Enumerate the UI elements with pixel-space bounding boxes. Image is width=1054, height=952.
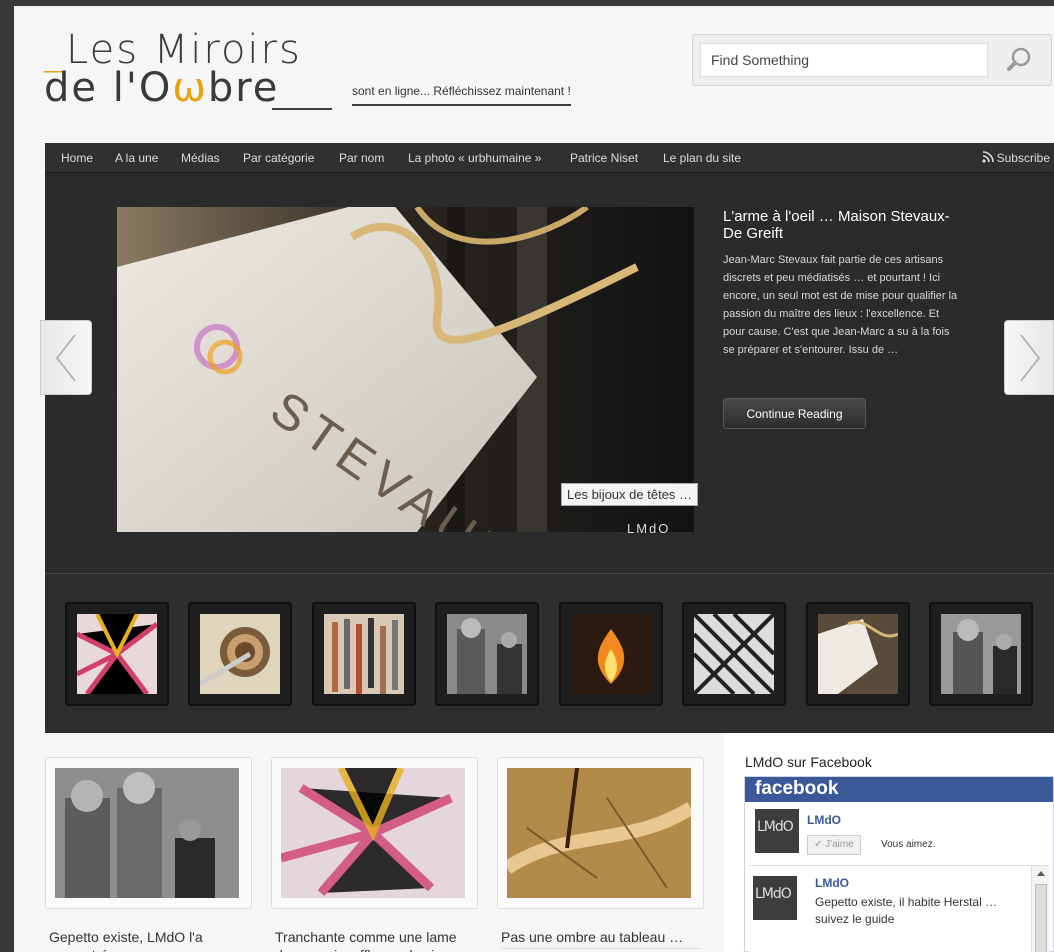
- likes-text: Vous aimez.: [881, 839, 936, 850]
- thumbnail[interactable]: [188, 602, 292, 706]
- post-title[interactable]: Tranchante comme une lame de verre, insu…: [275, 928, 475, 952]
- nav-par-nom[interactable]: Par nom: [339, 151, 384, 165]
- thumbnail[interactable]: [929, 602, 1033, 706]
- nav-home[interactable]: Home: [61, 151, 93, 165]
- slider-prev-button[interactable]: [40, 320, 92, 395]
- post-title[interactable]: Gepetto existe, LMdO l'a rencontré: [49, 928, 249, 952]
- chevron-right-icon: [1020, 334, 1040, 382]
- nav-medias[interactable]: Médias: [181, 151, 220, 165]
- continue-reading-button[interactable]: Continue Reading: [723, 398, 866, 429]
- magnifier-icon: [1007, 47, 1031, 71]
- facebook-post-author[interactable]: LMdO: [815, 876, 849, 890]
- search-box: [692, 34, 1052, 86]
- lmdo-logo[interactable]: LMdO: [753, 876, 797, 920]
- scroll-thumb[interactable]: [1035, 884, 1047, 952]
- thumbnail-strip: [45, 573, 1054, 733]
- image-watermark: LMdO: [627, 521, 671, 536]
- lmdo-logo[interactable]: LMdO: [755, 809, 799, 853]
- post-title[interactable]: Pas une ombre au tableau …: [501, 928, 701, 946]
- main-nav: Home A la une Médias Par catégorie Par n…: [45, 143, 1054, 173]
- logo-line2-a: de l'O: [44, 65, 173, 111]
- search-button[interactable]: [993, 43, 1045, 77]
- tagline: sont en ligne... Réfléchissez maintenant…: [352, 84, 571, 106]
- post-divider: [501, 948, 701, 949]
- facebook-brand: facebook: [745, 777, 1053, 802]
- nav-photo-urbhumaine[interactable]: La photo « urbhumaine »: [408, 151, 541, 165]
- thumbnail[interactable]: [312, 602, 416, 706]
- like-button[interactable]: ✓ J'aime: [807, 835, 861, 855]
- chevron-left-icon: [56, 334, 76, 382]
- post-card[interactable]: [497, 757, 704, 909]
- site-logo[interactable]: _Les Miroirs de l'Oωbre sont en ligne...…: [44, 30, 644, 120]
- thumbnail[interactable]: [559, 602, 663, 706]
- scroll-up-icon: [1037, 871, 1045, 876]
- post-card[interactable]: [45, 757, 252, 909]
- facebook-page-name[interactable]: LMdO: [807, 813, 841, 827]
- search-input[interactable]: [700, 43, 988, 77]
- logo-underline: [272, 108, 332, 110]
- subscribe-label: Subscribe: [996, 151, 1050, 165]
- thumbnail[interactable]: [806, 602, 910, 706]
- post-thumbnail: [55, 768, 239, 898]
- slider-next-button[interactable]: [1004, 320, 1054, 395]
- facebook-widget: facebook LMdO LMdO ✓ J'aime Vous aimez. …: [744, 776, 1054, 952]
- subscribe-link[interactable]: Subscribe: [982, 151, 1050, 165]
- sidebar-title: LMdO sur Facebook: [745, 754, 872, 770]
- featured-area: Home A la une Médias Par catégorie Par n…: [45, 143, 1054, 733]
- logo-line2-b: bre: [207, 65, 280, 111]
- facebook-scrollbar[interactable]: [1031, 866, 1049, 952]
- thumbnail[interactable]: [435, 602, 539, 706]
- nav-par-categorie[interactable]: Par catégorie: [243, 151, 314, 165]
- thumbnail[interactable]: [682, 602, 786, 706]
- rss-icon: [982, 151, 994, 163]
- slide-title[interactable]: L'arme à l'oeil … Maison Stevaux- De Gre…: [723, 208, 953, 242]
- post-thumbnail: [281, 768, 465, 898]
- nav-plan-du-site[interactable]: Le plan du site: [663, 151, 741, 165]
- slide-excerpt: Jean-Marc Stevaux fait partie de ces art…: [723, 254, 958, 356]
- facebook-stream: LMdO LMdO Gepetto existe, il habite Hers…: [749, 865, 1049, 952]
- thumbnail[interactable]: [65, 602, 169, 706]
- nav-a-la-une[interactable]: A la une: [115, 151, 158, 165]
- post-thumbnail: [507, 768, 691, 898]
- facebook-post-text: Gepetto existe, il habite Herstal … suiv…: [815, 895, 998, 926]
- post-card[interactable]: [271, 757, 478, 909]
- logo-line2-accent: ω: [172, 65, 208, 111]
- slide-caption: Les bijoux de têtes …: [561, 483, 699, 506]
- nav-patrice-niset[interactable]: Patrice Niset: [570, 151, 638, 165]
- page: _Les Miroirs de l'Oωbre sont en ligne...…: [14, 6, 1054, 952]
